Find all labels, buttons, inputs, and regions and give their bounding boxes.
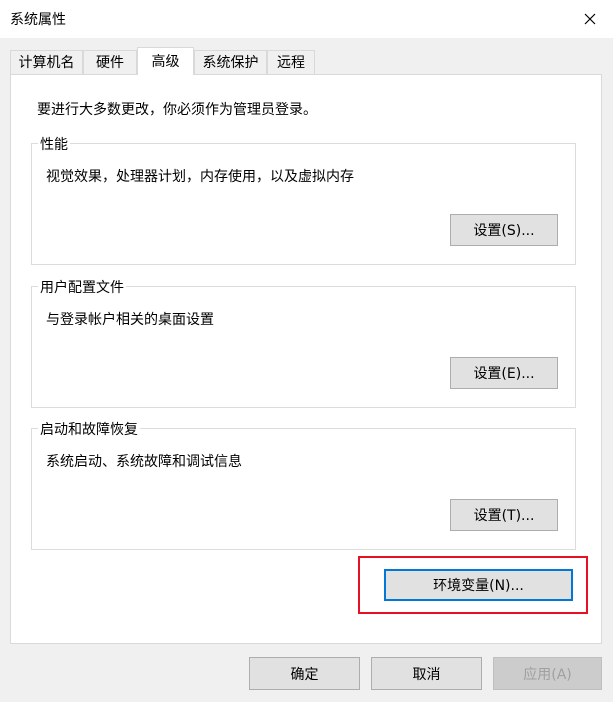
title-bar: 系统属性: [0, 0, 613, 38]
startup-recovery-settings-button[interactable]: 设置(T)...: [450, 499, 558, 531]
cancel-button[interactable]: 取消: [371, 657, 482, 690]
user-profiles-settings-button[interactable]: 设置(E)...: [450, 357, 558, 389]
user-profiles-title: 用户配置文件: [38, 277, 126, 297]
user-profiles-description: 与登录帐户相关的桌面设置: [46, 312, 214, 328]
startup-recovery-title: 启动和故障恢复: [38, 419, 140, 439]
close-icon: [584, 13, 596, 25]
advanced-panel: 要进行大多数更改，你必须作为管理员登录。 性能 视觉效果，处理器计划，内存使用，…: [10, 74, 602, 644]
apply-button[interactable]: 应用(A): [493, 657, 602, 690]
ok-button[interactable]: 确定: [249, 657, 360, 690]
startup-recovery-description: 系统启动、系统故障和调试信息: [46, 454, 242, 470]
performance-title: 性能: [38, 134, 70, 154]
tab-computer-name[interactable]: 计算机名: [10, 50, 83, 74]
tab-hardware[interactable]: 硬件: [83, 50, 137, 74]
startup-recovery-group: 启动和故障恢复 系统启动、系统故障和调试信息 设置(T)...: [31, 419, 576, 550]
performance-description: 视觉效果，处理器计划，内存使用，以及虚拟内存: [46, 169, 354, 185]
environment-variables-button[interactable]: 环境变量(N)...: [384, 569, 573, 601]
admin-notice: 要进行大多数更改，你必须作为管理员登录。: [37, 102, 317, 118]
tab-remote[interactable]: 远程: [267, 50, 315, 74]
tab-advanced[interactable]: 高级: [137, 47, 194, 75]
user-profiles-group: 用户配置文件 与登录帐户相关的桌面设置 设置(E)...: [31, 277, 576, 408]
close-button[interactable]: [567, 0, 613, 38]
tab-system-protection[interactable]: 系统保护: [194, 50, 267, 74]
window-title: 系统属性: [10, 12, 66, 28]
performance-settings-button[interactable]: 设置(S)...: [450, 214, 558, 246]
performance-group: 性能 视觉效果，处理器计划，内存使用，以及虚拟内存 设置(S)...: [31, 134, 576, 265]
